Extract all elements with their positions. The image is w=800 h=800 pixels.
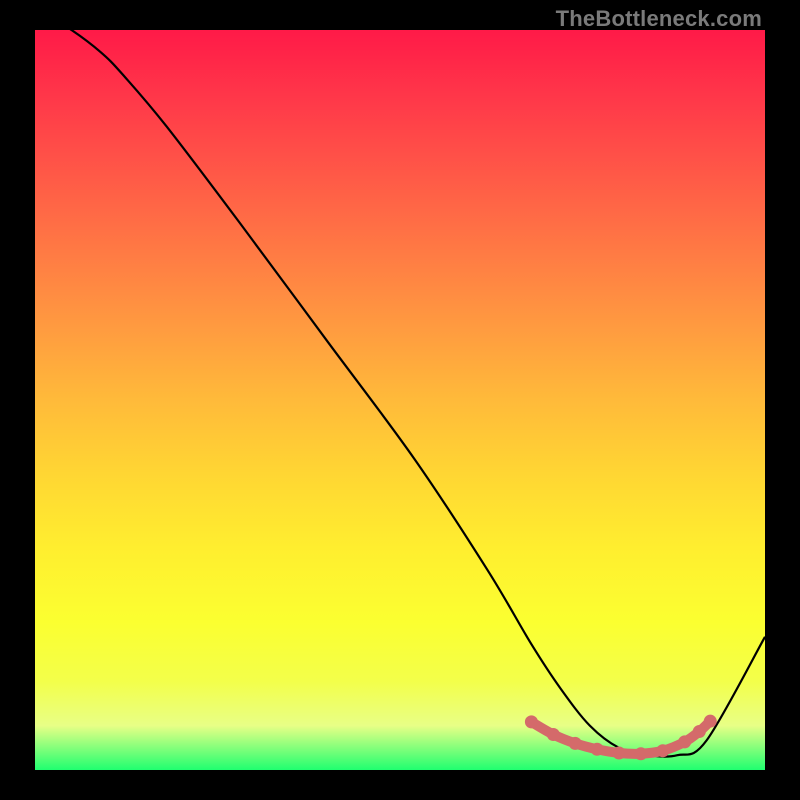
optimal-point [613,746,626,759]
optimal-point [569,737,582,750]
watermark-text: TheBottleneck.com [556,6,762,32]
bottleneck-curve [35,30,765,757]
optimal-point [525,715,538,728]
plot-area [35,30,765,770]
optimal-point [547,728,560,741]
optimal-point [678,735,691,748]
optimal-point [591,743,604,756]
optimal-point [656,744,669,757]
optimal-range-dots [525,715,717,761]
optimal-point [693,725,706,738]
chart-frame: TheBottleneck.com [0,0,800,800]
optimal-point [634,747,647,760]
optimal-point [704,715,717,728]
chart-svg [35,30,765,770]
